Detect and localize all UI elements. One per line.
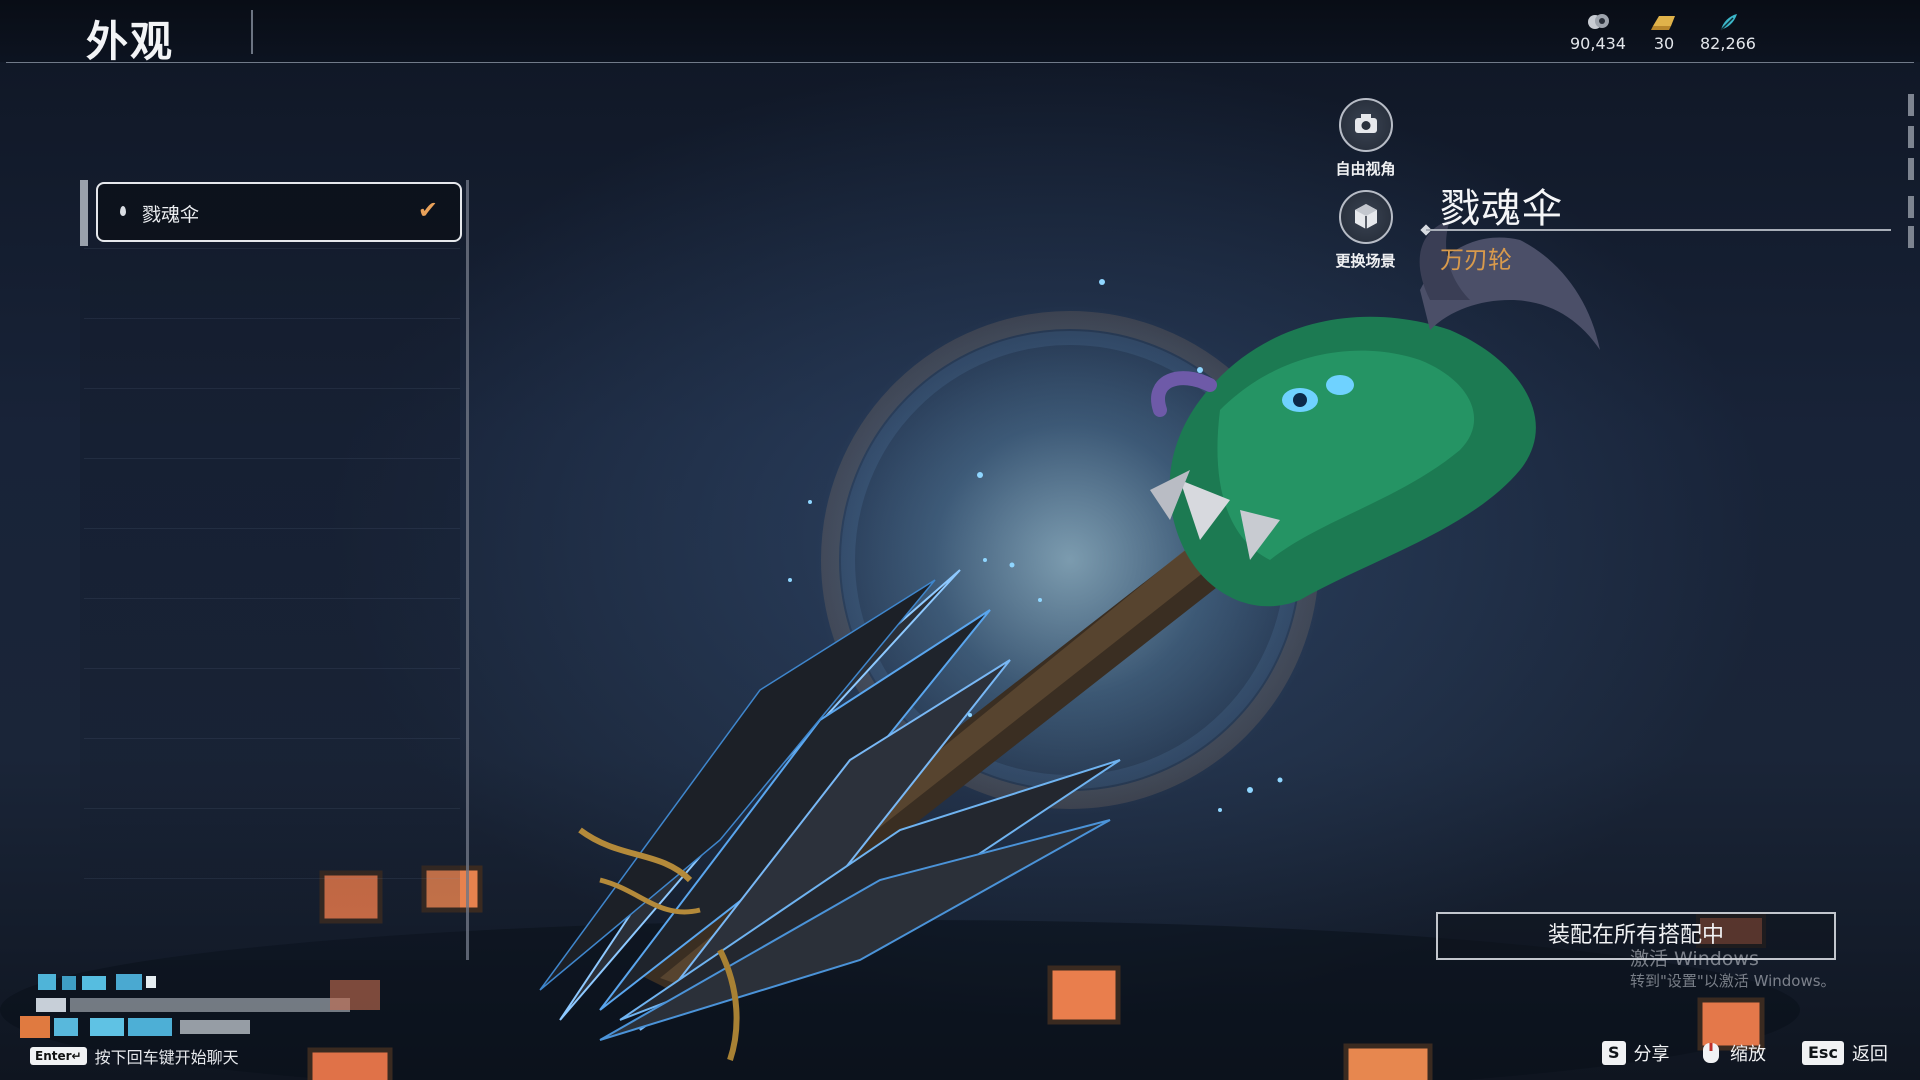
skin-list-panel[interactable]: 戮魂伞 ✔: [80, 180, 469, 960]
scroll-indicator: [1908, 158, 1914, 180]
currency-feather-value: 82,266: [1700, 34, 1756, 53]
windows-watermark-subtitle: 转到"设置"以激活 Windows。: [1630, 972, 1836, 990]
feather-icon: [1720, 14, 1737, 31]
list-item-empty: [84, 670, 460, 739]
list-item-empty: [84, 320, 460, 389]
list-item-empty: [84, 460, 460, 529]
share-button[interactable]: S 分享: [1602, 1040, 1670, 1066]
list-item-empty: [84, 740, 460, 809]
scroll-indicator: [1908, 226, 1914, 248]
gold-bar-icon: [1651, 16, 1675, 30]
item-divider: [1426, 229, 1891, 231]
chat-hint[interactable]: Enter↵ 按下回车键开始聊天: [30, 1044, 239, 1068]
scroll-indicator: [1908, 94, 1914, 116]
free-camera-button[interactable]: 自由视角: [1328, 98, 1403, 179]
share-key: S: [1602, 1041, 1626, 1065]
list-scrollbar[interactable]: [466, 180, 469, 960]
windows-watermark-title: 激活 Windows: [1630, 948, 1759, 970]
scroll-indicator: [1908, 126, 1914, 148]
zoom-button[interactable]: 缩放: [1700, 1040, 1766, 1066]
list-item-empty: [84, 530, 460, 599]
list-item[interactable]: 戮魂伞 ✔: [84, 180, 462, 249]
item-name: 戮魂伞: [1440, 186, 1563, 232]
list-item-empty: [84, 810, 460, 879]
list-item-empty: [84, 390, 460, 459]
skin-list-item-label: 戮魂伞: [142, 204, 200, 226]
header-divider: [6, 62, 1914, 63]
currency-feather: 82,266: [1683, 12, 1773, 53]
zoom-label: 缩放: [1730, 1044, 1766, 1065]
equipped-dot-icon: [120, 206, 126, 216]
mouse-icon: [1703, 1043, 1719, 1063]
coin-stack-icon: [1588, 14, 1609, 29]
camera-icon: [1338, 98, 1393, 152]
change-scene-label: 更换场景: [1335, 252, 1396, 270]
scene-cube-icon: [1338, 190, 1393, 244]
share-label: 分享: [1633, 1044, 1670, 1065]
free-camera-label: 自由视角: [1335, 160, 1396, 178]
scroll-indicator: [1908, 196, 1914, 218]
item-type: 万刃轮: [1440, 246, 1512, 274]
chat-hint-label: 按下回车键开始聊天: [94, 1048, 239, 1067]
change-scene-button[interactable]: 更换场景: [1328, 190, 1403, 271]
enter-key-icon: Enter↵: [30, 1047, 87, 1065]
check-icon: ✔: [417, 196, 438, 224]
back-button[interactable]: Esc 返回: [1802, 1040, 1888, 1066]
back-label: 返回: [1851, 1044, 1888, 1065]
skin-list-item-selected[interactable]: 戮魂伞 ✔: [96, 182, 462, 242]
page-title: 外观: [86, 17, 175, 66]
title-divider: [251, 10, 253, 54]
list-item-empty: [84, 250, 460, 319]
list-item-empty: [84, 600, 460, 669]
esc-key: Esc: [1802, 1041, 1844, 1065]
